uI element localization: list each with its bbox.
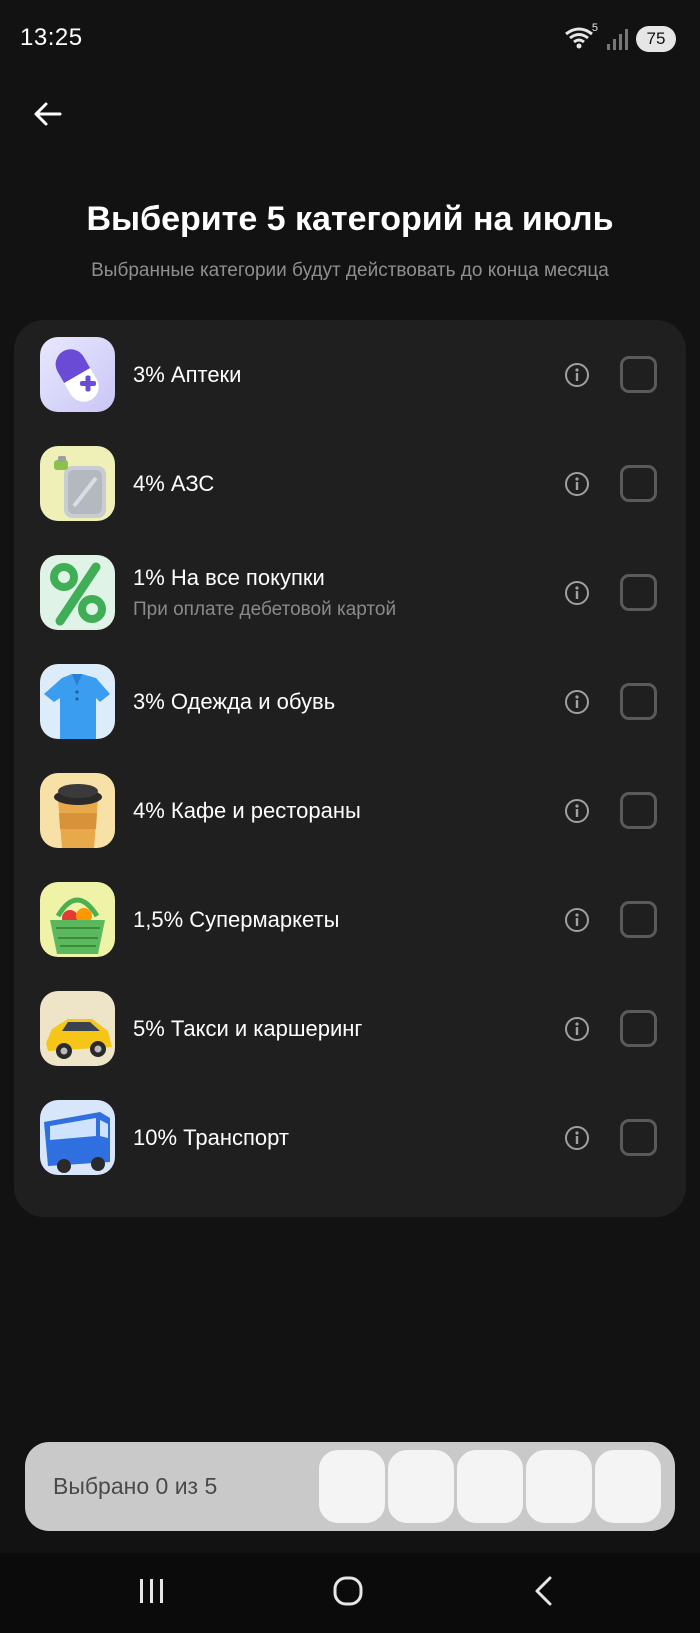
taxi-car-icon: [40, 991, 115, 1066]
page-title: Выберите 5 категорий на июль: [86, 200, 614, 238]
info-icon[interactable]: [564, 1016, 590, 1042]
category-label: 3% Аптеки: [133, 361, 242, 387]
recent-apps-icon: [137, 1577, 167, 1610]
category-checkbox[interactable]: [620, 1119, 657, 1156]
category-label: 3% Одежда и обувь: [133, 688, 336, 714]
category-row-supermarket[interactable]: 1,5% Супермаркеты: [14, 865, 686, 974]
system-back-button[interactable]: [514, 1569, 574, 1617]
category-label: 4% АЗС: [133, 470, 215, 496]
category-label: 1,5% Супермаркеты: [133, 906, 340, 932]
category-checkbox[interactable]: [620, 356, 657, 393]
page-subtitle: Выбранные категории будут действовать до…: [91, 260, 609, 281]
pill-icon: [40, 337, 115, 412]
category-label: 4% Кафе и рестораны: [133, 797, 361, 823]
selection-slot: [523, 1447, 595, 1526]
selection-slot: [385, 1447, 457, 1526]
info-icon[interactable]: [564, 689, 590, 715]
category-row-all-purchases[interactable]: 1% На все покупки При оплате дебетовой к…: [14, 538, 686, 647]
category-text: 5% Такси и каршеринг: [133, 974, 533, 1083]
chevron-left-icon: [532, 1575, 556, 1612]
category-row-gas-station[interactable]: 4% АЗС: [14, 429, 686, 538]
category-text: 1,5% Супермаркеты: [133, 865, 533, 974]
category-text: 4% АЗС: [133, 429, 533, 538]
home-icon: [333, 1576, 363, 1611]
category-label: 1% На все покупки: [133, 564, 325, 590]
category-text: 3% Одежда и обувь: [133, 647, 533, 756]
arrow-left-icon: [32, 98, 64, 135]
category-label: 10% Транспорт: [133, 1124, 289, 1150]
status-bar: 13:25 5 75: [0, 0, 700, 80]
info-icon[interactable]: [564, 580, 590, 606]
category-checkbox[interactable]: [620, 574, 657, 611]
coffee-cup-icon: [40, 773, 115, 848]
category-checkbox[interactable]: [620, 901, 657, 938]
selection-counter: Выбрано 0 из 5: [53, 1473, 218, 1499]
selection-slot: [592, 1447, 664, 1526]
category-label: 5% Такси и каршеринг: [133, 1015, 363, 1041]
category-text: 1% На все покупки При оплате дебетовой к…: [133, 538, 533, 647]
category-checkbox[interactable]: [620, 792, 657, 829]
selection-bar[interactable]: Выбрано 0 из 5: [25, 1442, 675, 1531]
fuel-canister-icon: [40, 446, 115, 521]
back-button[interactable]: [24, 92, 72, 140]
system-nav-bar: [0, 1553, 700, 1633]
category-row-cafe[interactable]: 4% Кафе и рестораны: [14, 756, 686, 865]
category-row-transport[interactable]: 10% Транспорт: [14, 1083, 686, 1192]
info-icon[interactable]: [564, 1125, 590, 1151]
category-list: 3% Аптеки 4% АЗС 1% На все покупки При о…: [14, 320, 686, 1217]
home-button[interactable]: [318, 1569, 378, 1617]
wifi-badge: 5: [591, 22, 598, 34]
category-checkbox[interactable]: [620, 1010, 657, 1047]
info-icon[interactable]: [564, 471, 590, 497]
category-row-pharmacy[interactable]: 3% Аптеки: [14, 320, 686, 429]
category-text: 3% Аптеки: [133, 320, 533, 429]
info-icon[interactable]: [564, 907, 590, 933]
category-text: 4% Кафе и рестораны: [133, 756, 533, 865]
info-icon[interactable]: [564, 798, 590, 824]
percent-icon: [40, 555, 115, 630]
status-icons: 5 75: [564, 22, 676, 54]
bus-icon: [40, 1100, 115, 1175]
battery-indicator: 75: [636, 26, 676, 52]
polo-shirt-icon: [40, 664, 115, 739]
signal-icon: [606, 27, 628, 51]
selection-slot: [316, 1447, 388, 1526]
category-row-taxi[interactable]: 5% Такси и каршеринг: [14, 974, 686, 1083]
status-time: 13:25: [20, 24, 83, 51]
category-sublabel: При оплате дебетовой картой: [133, 598, 397, 620]
wifi-icon: 5: [564, 22, 598, 52]
selection-slot: [454, 1447, 526, 1526]
selection-slots: [316, 1447, 664, 1526]
recent-apps-button[interactable]: [122, 1569, 182, 1617]
grocery-basket-icon: [40, 882, 115, 957]
category-text: 10% Транспорт: [133, 1083, 533, 1192]
category-checkbox[interactable]: [620, 465, 657, 502]
category-row-clothing[interactable]: 3% Одежда и обувь: [14, 647, 686, 756]
category-checkbox[interactable]: [620, 683, 657, 720]
info-icon[interactable]: [564, 362, 590, 388]
